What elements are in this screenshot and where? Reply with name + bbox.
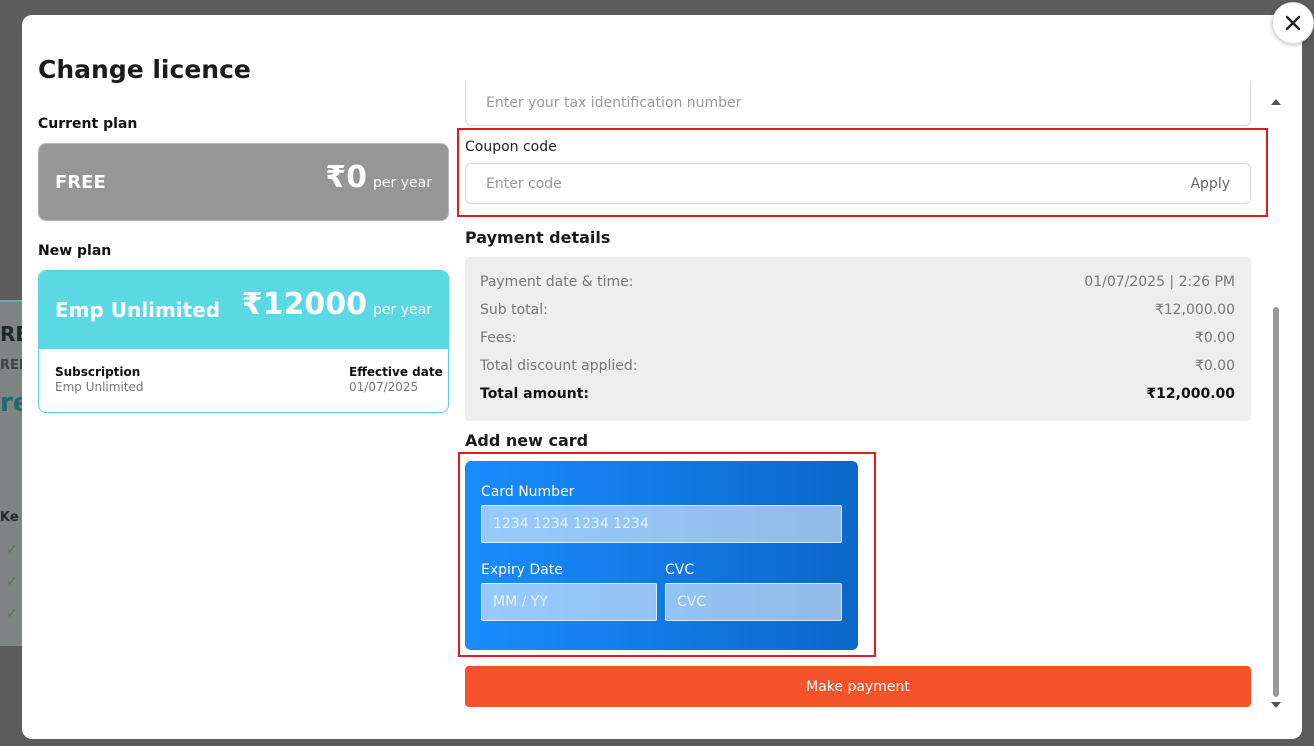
card-form-panel: Card Number 1234 1234 1234 1234 Expiry D… <box>465 461 858 650</box>
cvc-input[interactable]: CVC <box>665 583 842 621</box>
subscription-info: Subscription Emp Unlimited <box>55 365 144 394</box>
payment-total-value: ₹12,000.00 <box>1146 386 1235 402</box>
current-plan-label: Current plan <box>38 116 138 132</box>
current-plan-amount: ₹0 <box>325 160 368 195</box>
background-panel <box>0 300 22 646</box>
expiry-date-input[interactable]: MM / YY <box>481 583 657 621</box>
subscription-value: Emp Unlimited <box>55 380 144 394</box>
scrollbar-thumb[interactable] <box>1273 307 1279 697</box>
payment-row-label: Payment date & time: <box>480 274 634 290</box>
scroll-up-arrow-icon[interactable] <box>1271 99 1281 105</box>
tax-id-input[interactable]: Enter your tax identification number <box>465 81 1251 126</box>
new-plan-card: Emp Unlimited ₹12000 per year Subscripti… <box>38 270 449 413</box>
current-plan-price: ₹0 per year <box>325 160 432 195</box>
payment-row: Payment date & time: 01/07/2025 | 2:26 P… <box>480 274 1235 290</box>
new-plan-period: per year <box>373 302 432 318</box>
new-plan-amount: ₹12000 <box>241 287 368 322</box>
payment-details-title: Payment details <box>465 228 611 247</box>
add-card-title: Add new card <box>465 431 589 450</box>
coupon-placeholder: Enter code <box>486 175 562 192</box>
payment-row-label: Sub total: <box>480 302 548 318</box>
payment-row-label: Total discount applied: <box>480 358 638 374</box>
new-plan-label: New plan <box>38 243 112 259</box>
make-payment-button[interactable]: Make payment <box>465 666 1251 707</box>
payment-details-box: Payment date & time: 01/07/2025 | 2:26 P… <box>465 257 1251 421</box>
new-plan-price: ₹12000 per year <box>242 287 432 322</box>
payment-row-label: Fees: <box>480 330 517 346</box>
card-number-label: Card Number <box>481 484 575 500</box>
close-icon <box>1285 15 1301 31</box>
payment-row-value: ₹0.00 <box>1194 358 1235 374</box>
effective-date-info: Effective date 01/07/2025 <box>349 365 443 394</box>
modal-title: Change licence <box>38 55 251 84</box>
check-icon: ✓ <box>6 574 18 590</box>
card-number-input[interactable]: 1234 1234 1234 1234 <box>481 505 842 543</box>
background-page: RE REE re Ke ✓ ✓ ✓ <box>0 0 30 746</box>
effective-date-value: 01/07/2025 <box>349 380 419 394</box>
current-plan-name: FREE <box>55 172 106 193</box>
subscription-label: Subscription <box>55 365 141 379</box>
cvc-label: CVC <box>665 562 695 578</box>
payment-row-value: 01/07/2025 | 2:26 PM <box>1084 274 1235 290</box>
apply-coupon-button[interactable]: Apply <box>1190 176 1230 192</box>
coupon-label: Coupon code <box>465 139 557 155</box>
current-plan-period: per year <box>373 175 432 191</box>
new-plan-name: Emp Unlimited <box>55 298 221 322</box>
change-licence-modal: Change licence Current plan FREE ₹0 per … <box>22 15 1302 739</box>
tax-id-placeholder: Enter your tax identification number <box>486 95 742 111</box>
check-icon: ✓ <box>6 542 18 558</box>
coupon-input[interactable]: Enter code Apply <box>465 163 1251 204</box>
expiry-date-placeholder: MM / YY <box>493 594 548 610</box>
payment-row: Fees: ₹0.00 <box>480 330 1235 346</box>
scroll-down-arrow-icon[interactable] <box>1271 702 1281 708</box>
payment-row-value: ₹0.00 <box>1194 330 1235 346</box>
check-icon: ✓ <box>6 606 18 622</box>
card-number-placeholder: 1234 1234 1234 1234 <box>493 516 649 532</box>
expiry-date-label: Expiry Date <box>481 562 563 578</box>
payment-total-row: Total amount: ₹12,000.00 <box>480 386 1235 402</box>
current-plan-card: FREE ₹0 per year <box>38 143 449 221</box>
close-modal-button[interactable] <box>1272 2 1314 44</box>
cvc-placeholder: CVC <box>677 594 707 610</box>
effective-date-label: Effective date <box>349 365 443 379</box>
payment-row: Total discount applied: ₹0.00 <box>480 358 1235 374</box>
payment-row-value: ₹12,000.00 <box>1154 302 1235 318</box>
background-text: Ke <box>0 510 19 525</box>
payment-row: Sub total: ₹12,000.00 <box>480 302 1235 318</box>
payment-total-label: Total amount: <box>480 386 589 402</box>
new-plan-header: Emp Unlimited ₹12000 per year <box>39 271 448 349</box>
scrollbar[interactable] <box>1268 95 1284 715</box>
